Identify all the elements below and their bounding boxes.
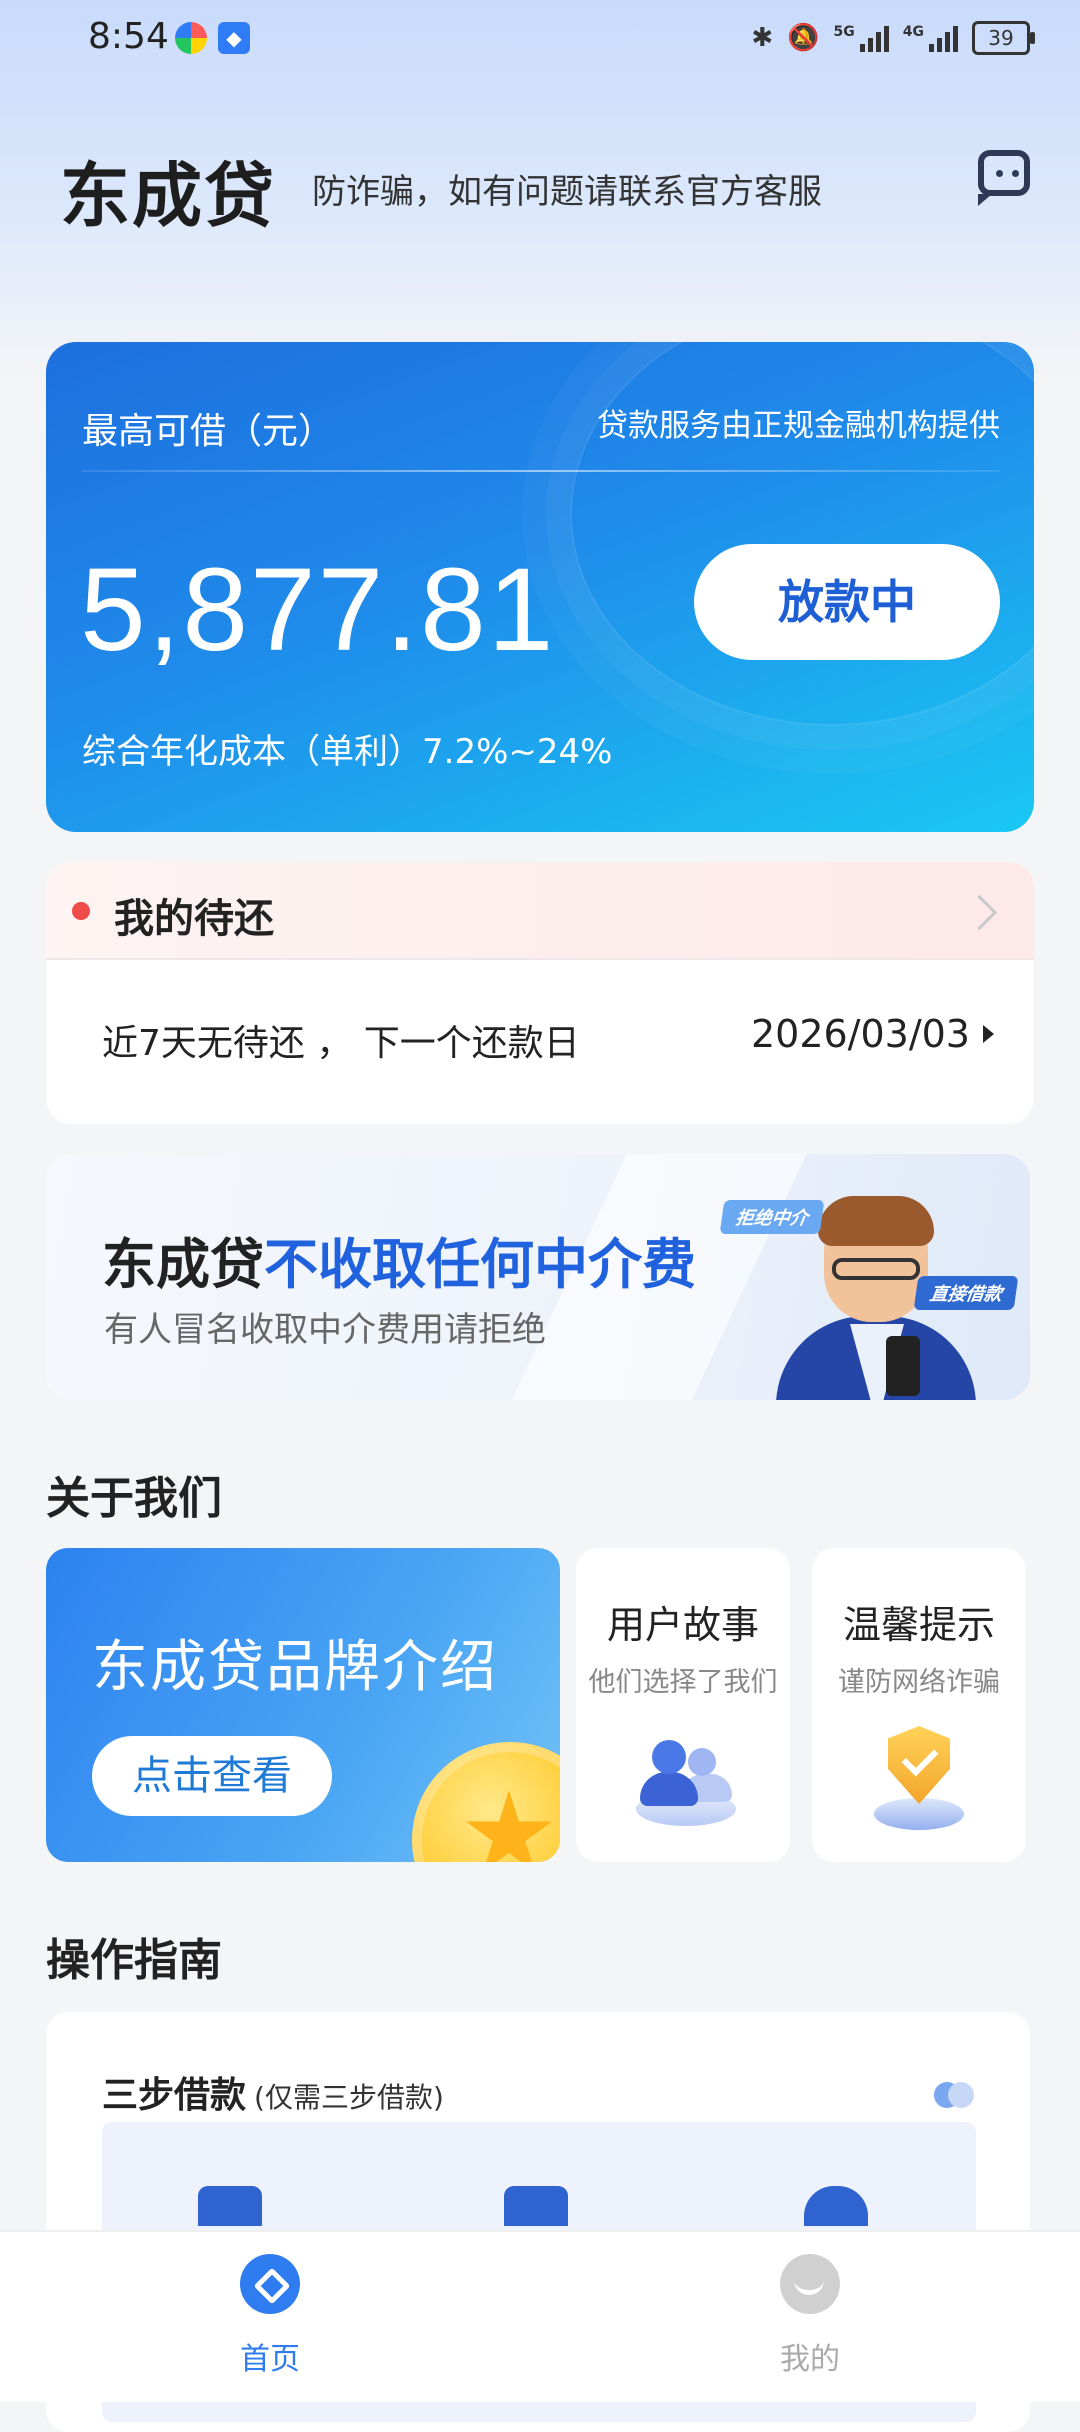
warm-tips-title: 温馨提示 (842, 1603, 995, 1647)
warm-tips-subtitle: 谨防网络诈骗 (838, 1667, 1000, 1698)
battery-icon: 39 (972, 21, 1035, 55)
card-divider (82, 470, 1000, 472)
repayment-header: 我的待还 (46, 862, 1034, 960)
money-bag-icon (804, 2186, 868, 2226)
nav-mine[interactable]: 我的 (710, 2254, 910, 2394)
alert-dot-icon (72, 902, 90, 920)
profile-icon (780, 2254, 840, 2314)
guide-section-title: 操作指南 (46, 1935, 222, 1986)
nav-home[interactable]: 首页 (170, 2254, 370, 2394)
view-brand-button[interactable]: 点击查看 (92, 1736, 332, 1816)
brand-intro-title: 东成贷品牌介绍 (92, 1635, 498, 1700)
guide-card-note: (仅需三步借款) (254, 2081, 444, 2114)
guide-card-title-text: 三步借款 (102, 2075, 247, 2116)
banner-title-highlight: 不收取任何中介费 (264, 1233, 696, 1296)
customer-service-chat-icon[interactable] (978, 150, 1030, 206)
caret-right-icon (983, 1025, 994, 1043)
warm-tips-card[interactable]: 温馨提示 谨防网络诈骗 (812, 1548, 1026, 1862)
loan-limit-card: 最高可借（元） 贷款服务由正规金融机构提供 5,877.81 放款中 综合年化成… (46, 342, 1034, 832)
next-repayment-date[interactable]: 2026/03/03 (751, 1012, 970, 1056)
bottom-navigation: 首页 我的 (0, 2230, 1080, 2402)
pending-repayment-card[interactable]: 我的待还 近7天无待还 ， 下一个还款日 2026/03/03 (46, 862, 1034, 1124)
app-notification-icon (175, 22, 207, 54)
id-card-icon (198, 2186, 262, 2226)
direct-loan-tag: 直接借款 (913, 1276, 1019, 1310)
brand-intro-card[interactable]: 东成贷品牌介绍 点击查看 (46, 1548, 560, 1862)
bluetooth-icon: ✱ (751, 23, 774, 53)
users-icon (626, 1734, 746, 1834)
user-stories-card[interactable]: 用户故事 他们选择了我们 (576, 1548, 790, 1862)
gold-coin-icon (412, 1742, 560, 1862)
home-icon (240, 2254, 300, 2314)
security-notification-icon: ◆ (218, 22, 250, 54)
banner-title: 东成贷不收取任何中介费 (102, 1220, 696, 1299)
star-icon (465, 1790, 553, 1862)
user-stories-subtitle: 他们选择了我们 (588, 1667, 778, 1698)
reject-agent-tag: 拒绝中介 (719, 1200, 825, 1234)
signal-5g-icon: 5G (834, 24, 889, 52)
nav-mine-label: 我的 (780, 2342, 840, 2377)
repayment-title: 我的待还 (114, 896, 274, 942)
loan-limit-label: 最高可借（元） (82, 411, 335, 452)
chevron-right-icon[interactable] (961, 894, 998, 931)
shield-check-icon (874, 1726, 964, 1836)
repayment-info: 近7天无待还 ， 下一个还款日 (102, 1023, 580, 1064)
guide-card-title: 三步借款 (仅需三步借款) (102, 2066, 444, 2118)
status-time: 8:54 (88, 16, 169, 57)
anti-fraud-notice: 防诈骗，如有问题请联系官方客服 (312, 172, 822, 212)
banner-subtitle: 有人冒名收取中介费用请拒绝 (104, 1310, 546, 1350)
app-title: 东成贷 (60, 155, 276, 237)
wallet-icon (504, 2186, 568, 2226)
carousel-indicator-icon (934, 2082, 974, 2108)
banner-title-prefix: 东成贷 (102, 1233, 264, 1296)
disbursing-button[interactable]: 放款中 (694, 544, 1000, 660)
mute-icon: 🔕 (787, 23, 820, 53)
about-section-title: 关于我们 (46, 1473, 222, 1524)
user-stories-title: 用户故事 (606, 1603, 759, 1647)
no-agent-fee-banner[interactable]: 东成贷不收取任何中介费 有人冒名收取中介费用请拒绝 拒绝中介 直接借款 (46, 1154, 1030, 1400)
nav-home-label: 首页 (240, 2342, 300, 2377)
provider-note: 贷款服务由正规金融机构提供 (597, 408, 1000, 444)
loan-amount: 5,877.81 (80, 544, 556, 676)
signal-4g-icon: 4G (903, 24, 958, 52)
status-bar: 8:54 ◆ ✱ 🔕 5G 4G 39 (0, 0, 1080, 80)
annual-rate-text: 综合年化成本（单利）7.2%~24% (82, 732, 613, 772)
status-icons: ✱ 🔕 5G 4G 39 (751, 18, 1035, 58)
